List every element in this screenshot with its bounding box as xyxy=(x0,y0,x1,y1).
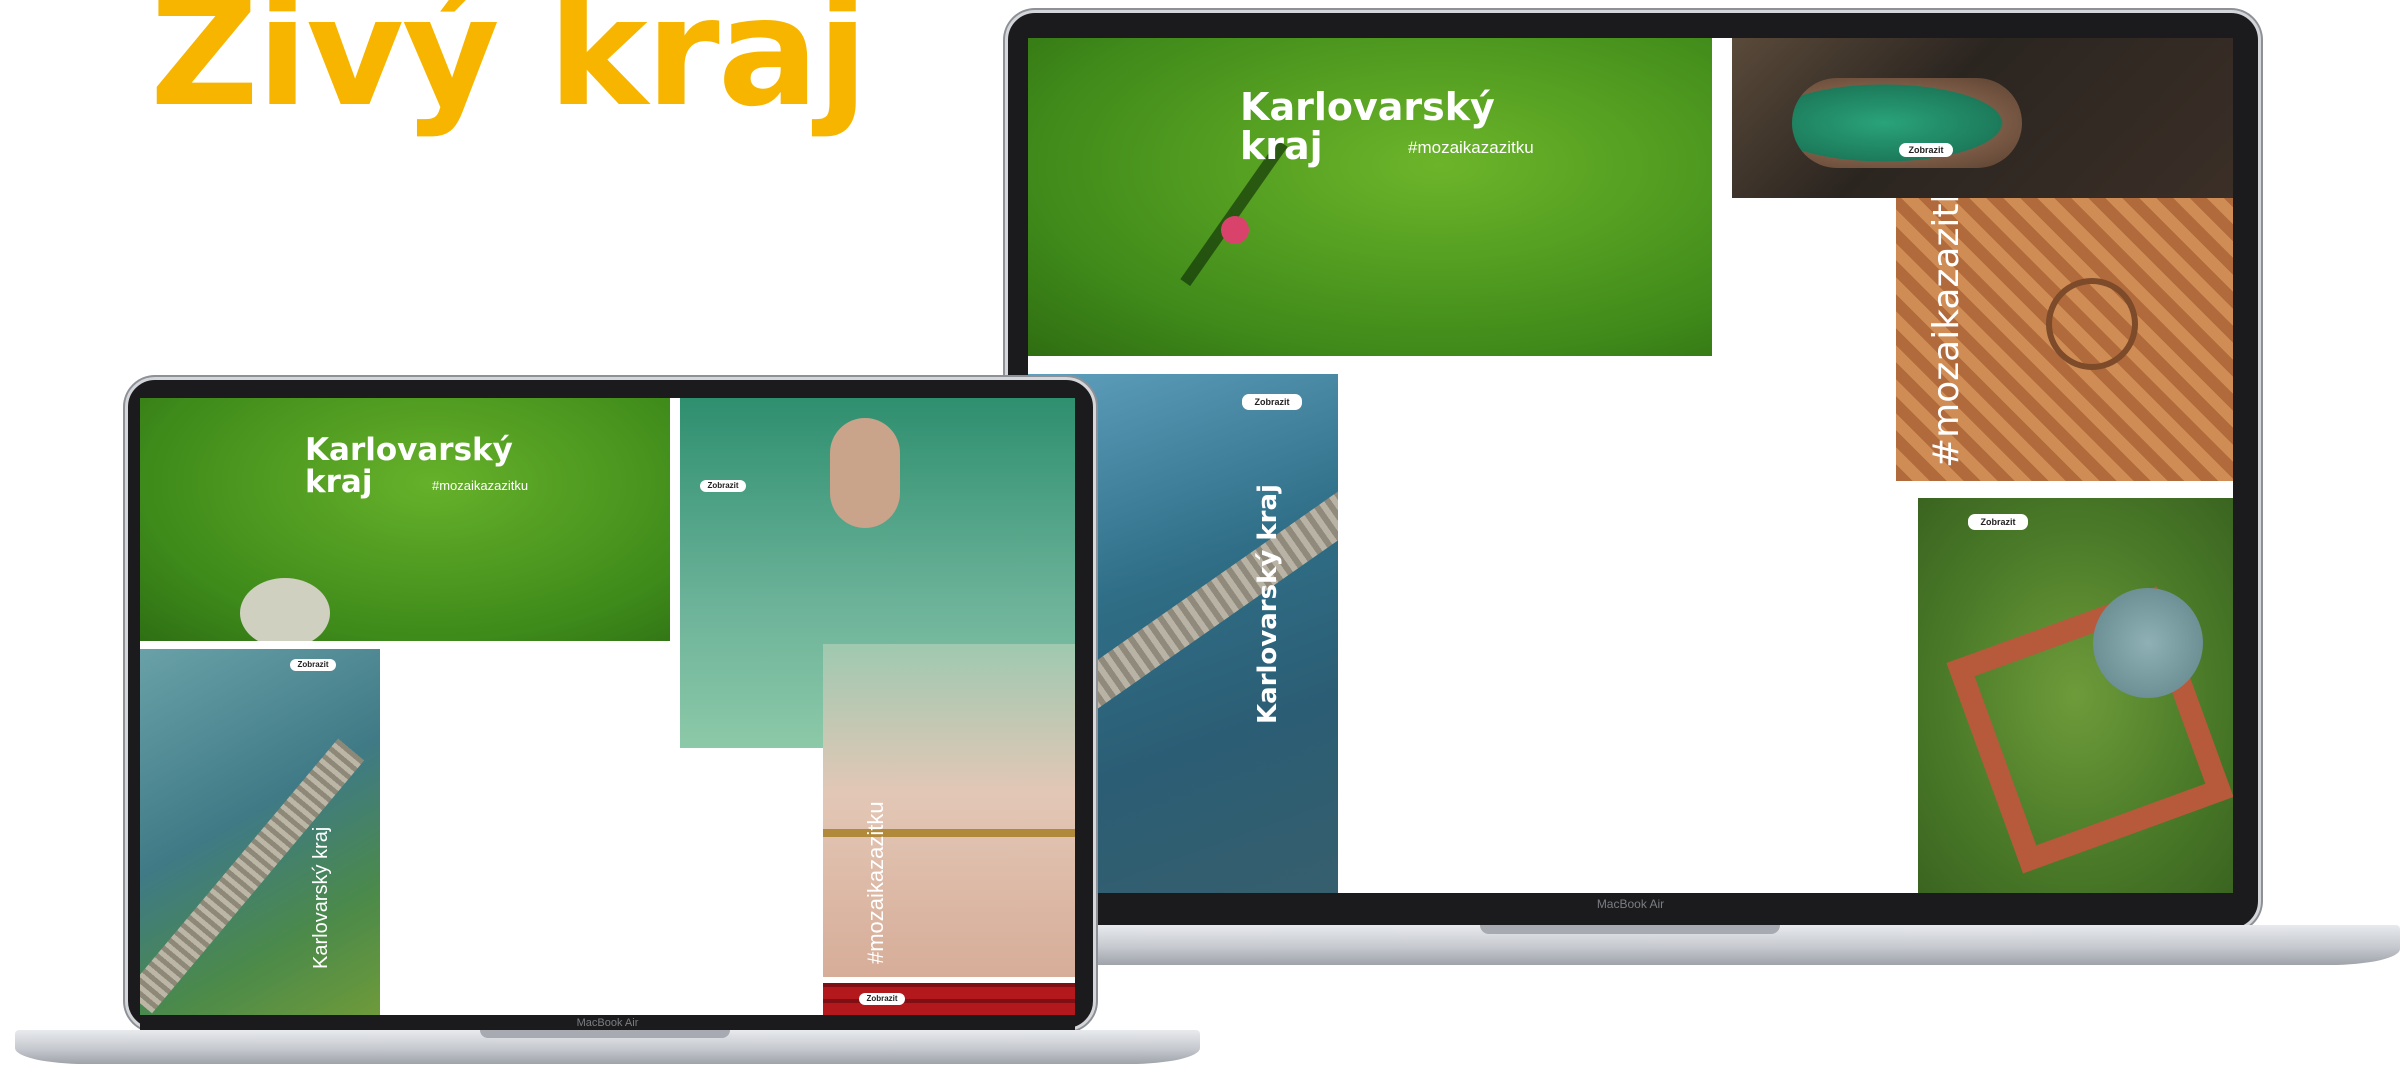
front-laptop-screen: Karlovarský kraj #mozaikazazitku Zobrazi… xyxy=(140,398,1075,1015)
back-device-label: MacBook Air xyxy=(1596,897,1665,911)
back-laptop-screen: Karlovarský kraj #mozaikazazitku Zobrazi… xyxy=(1028,38,2233,893)
back-vertical-hashtag: #mozaikazazitku xyxy=(1926,198,1967,468)
front-brand-line1: Karlovarský xyxy=(305,432,513,468)
front-theatre-tile[interactable]: Zobrazit xyxy=(823,983,1075,1015)
back-badge-river[interactable]: Zobrazit xyxy=(1242,394,1302,410)
castle-aerial-tile[interactable]: Zobrazit xyxy=(1918,498,2233,893)
front-laptop-notch xyxy=(480,1030,730,1038)
front-vertical-title: Karlovarský kraj xyxy=(310,826,332,969)
sand-bunker-icon xyxy=(240,578,330,641)
front-badge-theatre[interactable]: Zobrazit xyxy=(859,993,905,1005)
page-headline: Živý kraj xyxy=(150,0,868,140)
back-badge-spa[interactable]: Zobrazit xyxy=(1899,143,1953,157)
dome-icon xyxy=(2093,588,2203,698)
back-vertical-title: Karlovarský kraj xyxy=(1253,484,1283,724)
spa-pool-tile[interactable]: Zobrazit xyxy=(1732,38,2233,198)
back-badge-castle[interactable]: Zobrazit xyxy=(1968,514,2028,530)
front-device-label: MacBook Air xyxy=(576,1017,639,1029)
relaxing-woman-icon xyxy=(830,418,900,528)
back-laptop-chin: MacBook Air xyxy=(1028,893,2233,917)
front-vertical-hashtag: #mozaikazazitku xyxy=(863,801,888,964)
front-river-tile[interactable]: Zobrazit Karlovarský kraj xyxy=(140,649,380,1015)
golfer-icon xyxy=(1221,216,1249,244)
golf-green-tile[interactable]: Karlovarský kraj #mozaikazazitku xyxy=(1028,38,1712,356)
back-hashtag: #mozaikazazitku xyxy=(1408,138,1534,157)
tiled-floor-tile[interactable]: #mozaikazazitku xyxy=(1896,198,2233,481)
front-interior-tile[interactable]: #mozaikazazitku xyxy=(823,644,1075,977)
front-badge-pool[interactable]: Zobrazit xyxy=(290,659,336,671)
floor-rosette-icon xyxy=(2046,278,2138,370)
front-golf-tile[interactable]: Karlovarský kraj #mozaikazazitku xyxy=(140,398,670,641)
back-laptop-notch xyxy=(1480,925,1780,934)
front-hashtag: #mozaikazazitku xyxy=(432,478,529,493)
back-brand-line1: Karlovarský xyxy=(1240,85,1495,129)
front-badge-rest[interactable]: Zobrazit xyxy=(700,480,746,492)
railing-icon xyxy=(823,829,1075,837)
